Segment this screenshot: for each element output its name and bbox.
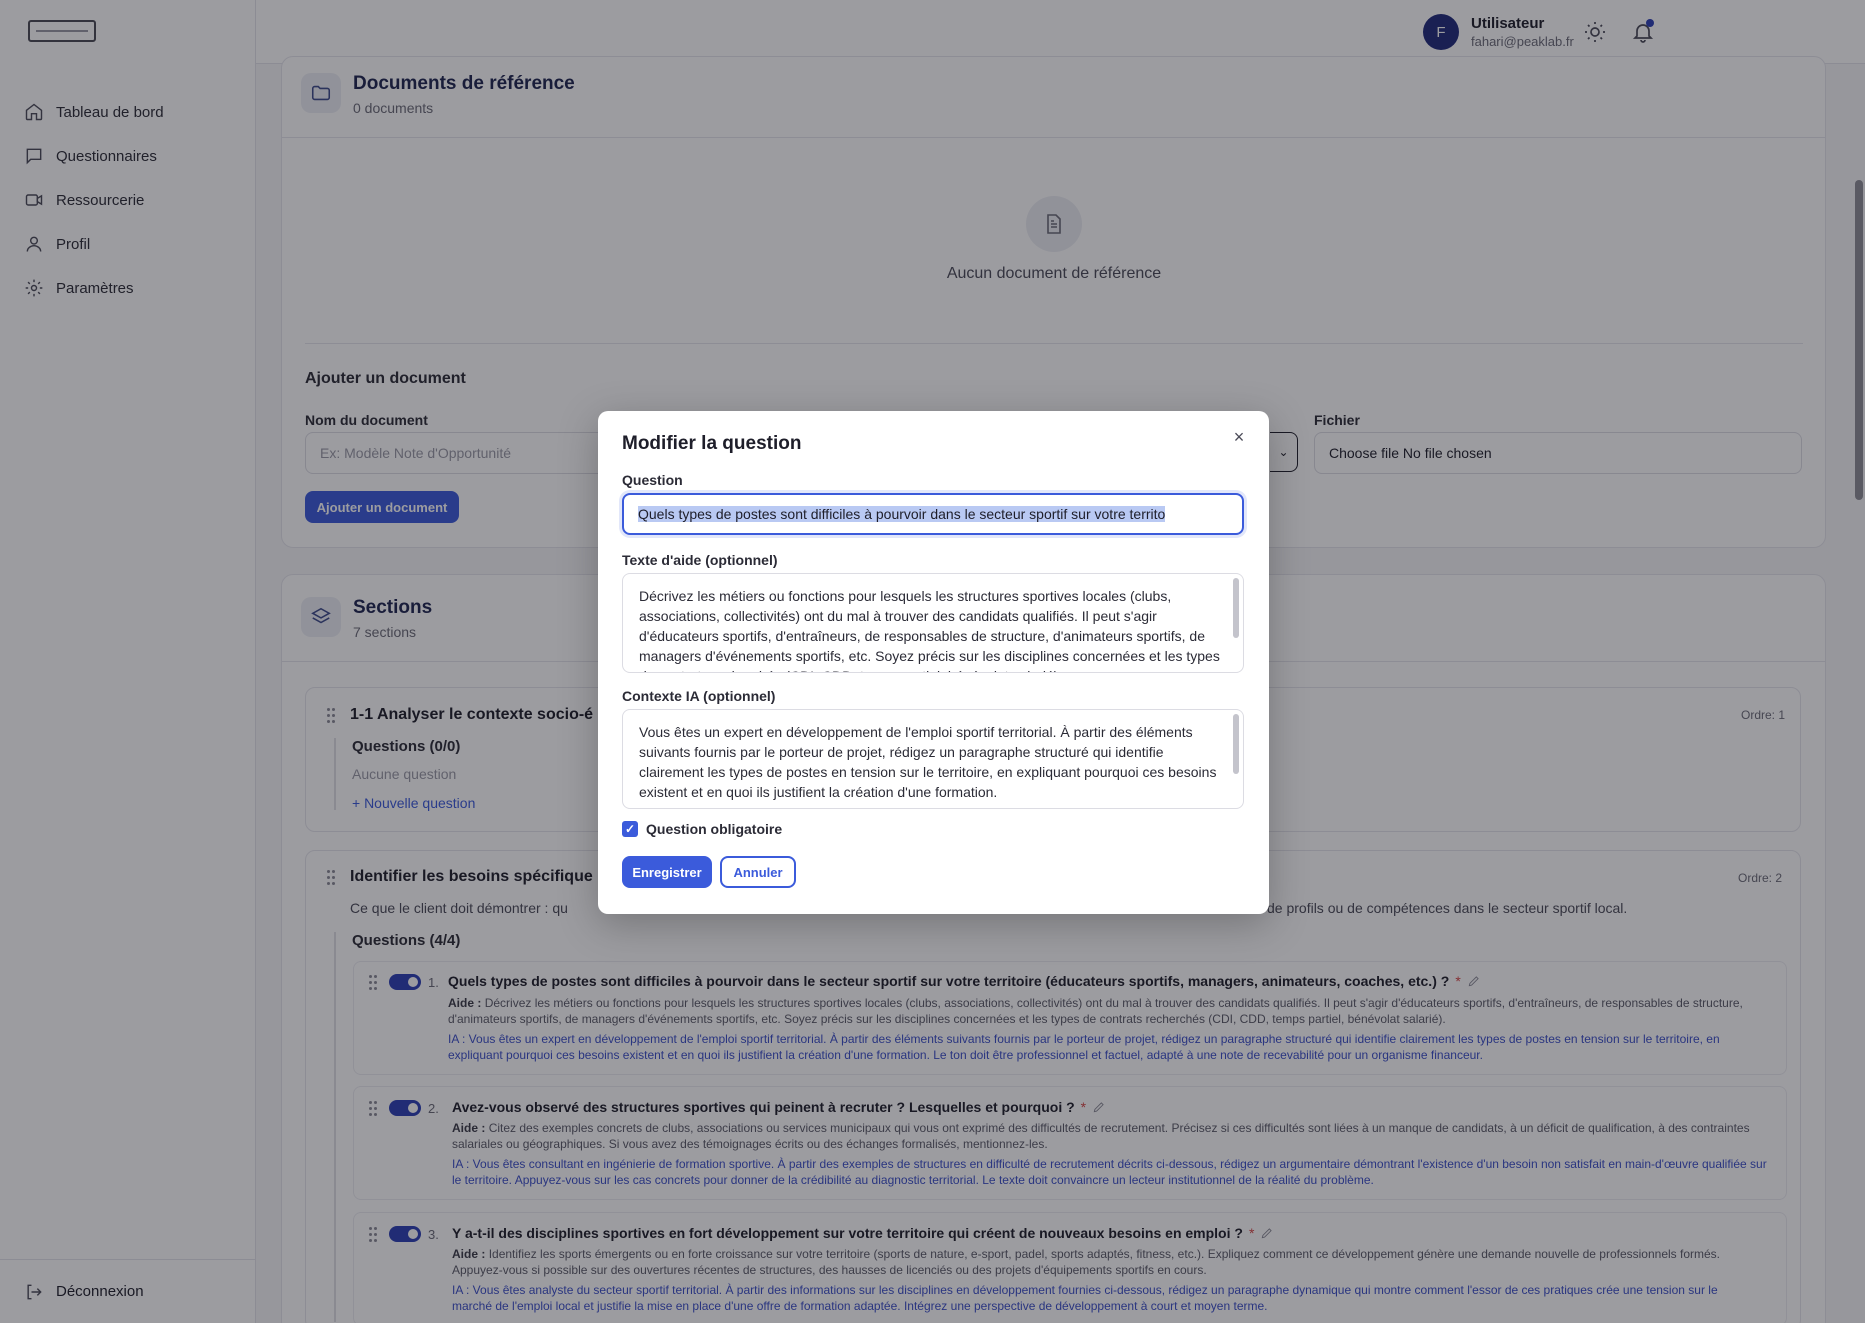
question-input-value: Quels types de postes sont difficiles à … [638,506,1166,522]
required-checkbox-label: Question obligatoire [646,821,783,837]
close-icon[interactable]: × [1229,427,1249,447]
required-checkbox-row[interactable]: ✓ Question obligatoire [622,821,782,837]
textarea-scrollbar[interactable] [1233,714,1239,774]
ai-context-value: Vous êtes un expert en développement de … [639,724,1217,800]
question-input[interactable]: Quels types de postes sont difficiles à … [622,493,1244,535]
cancel-button[interactable]: Annuler [720,856,796,888]
help-text-textarea[interactable]: Décrivez les métiers ou fonctions pour l… [622,573,1244,673]
save-button[interactable]: Enregistrer [622,856,712,888]
question-field-label: Question [622,472,683,488]
help-text-label: Texte d'aide (optionnel) [622,552,778,568]
help-text-value: Décrivez les métiers ou fonctions pour l… [639,588,1220,672]
ai-context-textarea[interactable]: Vous êtes un expert en développement de … [622,709,1244,809]
ai-context-label: Contexte IA (optionnel) [622,688,776,704]
edit-question-modal: Modifier la question × Question Quels ty… [598,411,1269,914]
textarea-scrollbar[interactable] [1233,578,1239,638]
required-checkbox[interactable]: ✓ [622,821,638,837]
modal-title: Modifier la question [622,433,802,454]
